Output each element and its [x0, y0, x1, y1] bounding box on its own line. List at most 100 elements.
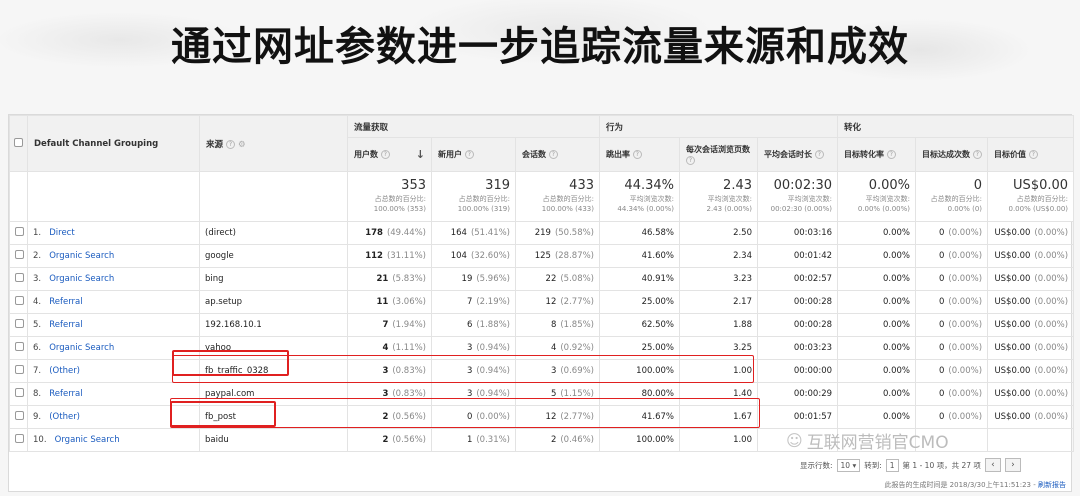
rows-per-page-select[interactable]: 10 ▾	[836, 458, 861, 472]
total-value: 2.43	[723, 178, 752, 193]
source-cell[interactable]: ap.setup	[199, 290, 348, 314]
row-checkbox[interactable]	[15, 365, 24, 374]
metric-cell: 0.00%	[837, 382, 917, 406]
row-checkbox[interactable]	[15, 434, 24, 443]
metric-cell: 219 (50.58%)	[515, 221, 600, 245]
metric-cell	[987, 428, 1075, 452]
row-checkbox-cell[interactable]	[9, 267, 28, 291]
help-icon[interactable]: ?	[972, 150, 982, 159]
metric-cell: 2 (0.56%)	[347, 405, 432, 429]
help-icon[interactable]: ?	[380, 150, 390, 159]
metric-header-1[interactable]: 新用户 ?	[431, 137, 516, 172]
metric-cell: US$0.00 (0.00%)	[987, 244, 1075, 268]
metric-cell: 4 (1.11%)	[347, 336, 432, 360]
source-cell[interactable]: google	[199, 244, 348, 268]
row-checkbox-cell[interactable]	[9, 359, 28, 383]
row-checkbox-cell[interactable]	[9, 336, 28, 360]
select-all-checkbox[interactable]	[14, 137, 23, 147]
metric-header-3[interactable]: 跳出率 ?	[599, 137, 680, 172]
row-checkbox-cell[interactable]	[9, 244, 28, 268]
row-checkbox[interactable]	[15, 388, 24, 397]
channel-link[interactable]: (Other)	[49, 366, 80, 376]
metric-cell: 7 (2.19%)	[431, 290, 516, 314]
total-cell: 2.43 平均浏览次数: 2.43 (0.00%)	[679, 171, 758, 222]
help-icon[interactable]: ?	[225, 139, 235, 149]
source-cell[interactable]: yahoo	[199, 336, 348, 360]
metric-cell: 0 (0.00%)	[915, 382, 989, 406]
total-value: 00:02:30	[773, 178, 833, 193]
settings-icon[interactable]: ⚙	[238, 140, 246, 150]
row-checkbox-cell[interactable]	[9, 428, 28, 452]
channel-link[interactable]: (Other)	[49, 412, 80, 422]
help-icon[interactable]: ?	[814, 150, 824, 159]
help-icon[interactable]: ?	[464, 150, 474, 159]
channel-link[interactable]: Referral	[49, 320, 82, 330]
row-checkbox[interactable]	[15, 342, 24, 351]
total-cell: 0.00% 平均浏览次数: 0.00% (0.00%)	[837, 171, 917, 222]
next-page-button[interactable]: ›	[1004, 458, 1021, 472]
source-cell[interactable]: baidu	[199, 428, 348, 452]
row-checkbox[interactable]	[15, 411, 24, 420]
row-checkbox[interactable]	[15, 227, 24, 236]
metric-header-5[interactable]: 平均会话时长 ?	[756, 137, 839, 172]
report-generated-time: 此报告的生成时间是 2018/3/30上午11:51:23 - 刷新报告	[884, 481, 1066, 489]
row-checkbox[interactable]	[15, 319, 24, 328]
total-sub: 平均浏览次数:	[787, 195, 833, 203]
channel-link[interactable]: Organic Search	[49, 343, 114, 353]
row-checkbox[interactable]	[15, 296, 24, 305]
sort-desc-icon[interactable]: ↓	[416, 149, 425, 160]
help-icon[interactable]: ?	[886, 150, 896, 159]
row-checkbox-cell[interactable]	[9, 405, 28, 429]
metric-header-6[interactable]: 目标转化率 ?	[837, 137, 917, 172]
help-icon[interactable]: ?	[632, 150, 642, 159]
total-value: 44.34%	[624, 178, 674, 193]
help-icon[interactable]: ?	[686, 155, 695, 165]
channel-link[interactable]: Referral	[49, 297, 82, 307]
row-checkbox-cell[interactable]	[9, 382, 28, 406]
row-checkbox-cell[interactable]	[9, 221, 28, 245]
row-checkbox[interactable]	[15, 273, 24, 282]
source-cell[interactable]: fb_post	[199, 405, 348, 429]
metric-cell: 19 (5.96%)	[431, 267, 516, 291]
page-range-text: 第 1 - 10 项，共 27 项	[902, 460, 981, 470]
col-channel-grouping[interactable]: Default Channel Grouping	[27, 115, 200, 172]
total-sub: 00:02:30 (0.00%)	[770, 205, 833, 213]
metric-cell: 3 (0.94%)	[431, 359, 516, 383]
metric-cell: 00:03:16	[756, 221, 839, 245]
metric-header-0[interactable]: 用户数 ? ↓	[347, 137, 432, 172]
row-checkbox-cell[interactable]	[9, 313, 28, 337]
metric-header-7[interactable]: 目标达成次数 ?	[915, 137, 989, 172]
help-icon[interactable]: ?	[548, 150, 558, 159]
total-sub: 占总数的百分比:	[930, 195, 983, 203]
metric-cell: 12 (2.77%)	[515, 405, 600, 429]
channel-link[interactable]: Organic Search	[55, 435, 120, 445]
metric-header-8[interactable]: 目标价值 ?	[987, 137, 1075, 172]
source-cell[interactable]: paypal.com	[199, 382, 348, 406]
goto-page-input[interactable]: 1	[885, 458, 899, 472]
row-checkbox[interactable]	[15, 250, 24, 259]
total-value: US$0.00	[1013, 178, 1069, 193]
channel-link[interactable]: Direct	[49, 228, 74, 238]
channel-link[interactable]: Organic Search	[49, 251, 114, 261]
channel-link[interactable]: Organic Search	[49, 274, 114, 284]
metric-cell: 46.58%	[599, 221, 680, 245]
source-cell[interactable]: 192.168.10.1	[199, 313, 348, 337]
row-checkbox-cell[interactable]	[9, 290, 28, 314]
total-sub: 100.00% (319)	[457, 205, 510, 213]
channel-link[interactable]: Referral	[49, 389, 82, 399]
refresh-report-link[interactable]: 刷新报告	[1038, 481, 1066, 489]
col-source[interactable]: 来源 ? ⚙	[199, 115, 348, 172]
source-cell[interactable]: fb_traffic_0328	[199, 359, 348, 383]
metric-cell: 00:00:28	[756, 313, 839, 337]
total-cell: 433 占总数的百分比: 100.00% (433)	[515, 171, 600, 222]
source-cell[interactable]: (direct)	[199, 221, 348, 245]
metric-cell: 3 (0.69%)	[515, 359, 600, 383]
source-cell[interactable]: bing	[199, 267, 348, 291]
metric-cell: 41.67%	[599, 405, 680, 429]
channel-cell: 5. Referral	[27, 313, 200, 337]
select-all-checkbox-cell[interactable]	[9, 115, 28, 172]
help-icon[interactable]: ?	[1028, 150, 1038, 159]
metric-header-4[interactable]: 每次会话浏览页数 ?	[679, 137, 758, 172]
prev-page-button[interactable]: ‹	[984, 458, 1001, 472]
metric-header-2[interactable]: 会话数 ?	[515, 137, 600, 172]
